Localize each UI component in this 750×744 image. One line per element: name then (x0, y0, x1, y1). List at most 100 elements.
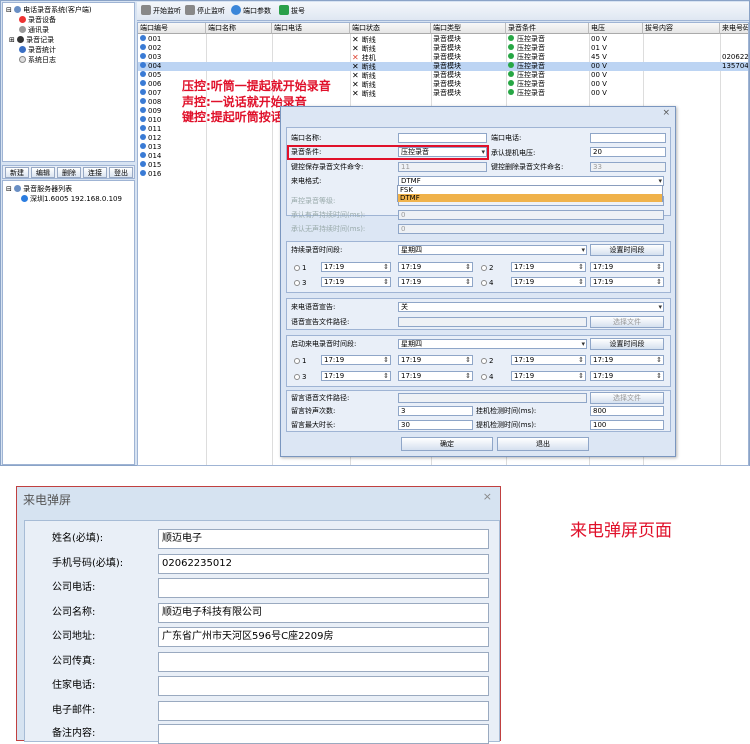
port-name-input[interactable] (398, 133, 487, 143)
voice-keep-input[interactable]: 0 (398, 210, 664, 220)
slot-2-end[interactable]: 17:19 (590, 262, 664, 272)
dial-button[interactable]: 拔号 (279, 5, 305, 18)
tree-item-devices[interactable]: 录音设备 (19, 15, 56, 25)
voice-file-choose-button[interactable]: 选择文件 (590, 316, 664, 328)
column-header[interactable]: 端口编号 (138, 23, 206, 34)
dropdown-option-dtmf[interactable]: DTMF (398, 194, 662, 202)
in-slot-3-end[interactable]: 17:19 (398, 371, 473, 381)
server-tree-root[interactable]: ⊟ 录音服务器列表 (6, 184, 72, 194)
in-slot-2-end[interactable]: 17:19 (590, 355, 664, 365)
close-icon[interactable]: × (483, 490, 492, 503)
mobile-input[interactable]: 02062235012 (158, 554, 489, 574)
connect-button[interactable]: 连接 (83, 167, 107, 178)
column-header[interactable]: 录音条件 (506, 23, 589, 34)
column-header[interactable]: 端口状态 (350, 23, 431, 34)
continuous-weekday-select[interactable]: 星期四 (398, 245, 587, 255)
column-header[interactable]: 来电号码 (720, 23, 748, 34)
start-monitor-button[interactable]: 开始监听 (141, 5, 181, 18)
record-condition: 压控录音 (517, 44, 545, 52)
slot-1-radio[interactable] (294, 265, 300, 271)
table-row[interactable]: 004✕断线录音模块压控录音00 V13570434 (138, 62, 748, 71)
column-header[interactable]: 拔号内容 (643, 23, 720, 34)
server-node[interactable]: 深圳1.6005 192.168.0.109 (21, 194, 122, 204)
slot-3-end[interactable]: 17:19 (398, 277, 473, 287)
table-cell: 02062235 (722, 53, 749, 61)
delete-cmd-input[interactable]: 33 (590, 162, 666, 172)
notes-input[interactable] (158, 724, 489, 744)
collapse-icon[interactable]: ⊟ (6, 6, 12, 14)
logout-button[interactable]: 登出 (109, 167, 133, 178)
company-fax-input[interactable] (158, 652, 489, 672)
message-file-choose-button[interactable]: 选择文件 (590, 392, 664, 404)
port-params-button[interactable]: 端口参数 (231, 5, 271, 18)
in-slot-2-start[interactable]: 17:19 (511, 355, 586, 365)
close-icon[interactable]: × (662, 108, 670, 118)
ring-count-input[interactable]: 3 (398, 406, 473, 416)
server-tree: ⊟ 录音服务器列表 深圳1.6005 192.168.0.109 (2, 180, 135, 465)
pickup-detect-input[interactable]: 100 (590, 420, 664, 430)
slot-1-start[interactable]: 17:19 (321, 262, 391, 272)
tree-root[interactable]: ⊟ 电话录音系统(客户端) (6, 5, 92, 15)
dropdown-option-fsk[interactable]: FSK (398, 186, 662, 194)
continuous-set-period-button[interactable]: 设置时间段 (590, 244, 664, 256)
tree-item-syslog[interactable]: 系统日志 (19, 55, 56, 65)
new-button[interactable]: 新建 (5, 167, 29, 178)
port-id: 013 (148, 143, 162, 151)
delete-button[interactable]: 删除 (57, 167, 81, 178)
company-phone-input[interactable] (158, 578, 489, 598)
slot-4-end[interactable]: 17:19 (590, 277, 664, 287)
slot-2-start[interactable]: 17:19 (511, 262, 586, 272)
name-input[interactable]: 顺迈电子 (158, 529, 489, 549)
in-slot-4-radio[interactable] (481, 374, 487, 380)
edit-button[interactable]: 编辑 (31, 167, 55, 178)
column-header[interactable]: 端口电话 (272, 23, 350, 34)
table-row[interactable]: 002 ✕ 断线 录音模块 压控录音 01 V (138, 44, 748, 53)
column-header[interactable]: 电压 (589, 23, 643, 34)
hangup-detect-input[interactable]: 800 (590, 406, 664, 416)
voice-file-input[interactable] (398, 317, 587, 327)
column-header[interactable]: 端口类型 (431, 23, 506, 34)
email-input[interactable] (158, 701, 489, 721)
slot-3-start[interactable]: 17:19 (321, 277, 391, 287)
home-phone-input[interactable] (158, 676, 489, 696)
in-slot-3-radio[interactable] (294, 374, 300, 380)
tree-item-contacts[interactable]: 通讯录 (19, 25, 49, 35)
message-file-input[interactable] (398, 393, 587, 403)
max-length-input[interactable]: 30 (398, 420, 473, 430)
incoming-set-period-button[interactable]: 设置时间段 (590, 338, 664, 350)
tree-item-records[interactable]: ⊞ 录音记录 (9, 35, 54, 45)
table-cell: 录音模块 (433, 53, 461, 61)
hook-voltage-input[interactable]: 20 (590, 147, 666, 157)
save-cmd-input[interactable]: 11 (398, 162, 487, 172)
cancel-button[interactable]: 退出 (497, 437, 589, 451)
record-cond-select[interactable]: 压控录音 (398, 147, 487, 157)
table-cell: ✕ 断线 (350, 44, 431, 53)
in-slot-1-start[interactable]: 17:19 (321, 355, 391, 365)
in-slot-4-start[interactable]: 17:19 (511, 371, 586, 381)
stop-monitor-button[interactable]: 停止监听 (185, 5, 225, 18)
ok-button[interactable]: 确定 (401, 437, 493, 451)
in-slot-2-radio[interactable] (481, 358, 487, 364)
slot-3-radio[interactable] (294, 280, 300, 286)
company-name-input[interactable]: 顺迈电子科技有限公司 (158, 603, 489, 623)
incoming-voice-select[interactable]: 关 (398, 302, 664, 312)
table-row[interactable]: 001 ✕ 断线 录音模块 压控录音 00 V (138, 35, 748, 44)
slot-2-radio[interactable] (481, 265, 487, 271)
column-header[interactable]: 端口名称 (206, 23, 272, 34)
collapse-icon[interactable]: ⊟ (6, 185, 12, 193)
slot-4-radio[interactable] (481, 280, 487, 286)
disconnected-icon: ✕ (352, 62, 359, 71)
tree-item-statistics[interactable]: 录音统计 (19, 45, 56, 55)
slot-1-end[interactable]: 17:19 (398, 262, 473, 272)
in-slot-4-end[interactable]: 17:19 (590, 371, 664, 381)
port-phone-input[interactable] (590, 133, 666, 143)
expand-icon[interactable]: ⊞ (9, 36, 15, 44)
incoming-weekday-select[interactable]: 星期四 (398, 339, 587, 349)
silence-keep-input[interactable]: 0 (398, 224, 664, 234)
company-address-input[interactable]: 广东省广州市天河区596号C座2209房 (158, 627, 489, 647)
in-slot-3-start[interactable]: 17:19 (321, 371, 391, 381)
slot-4-start[interactable]: 17:19 (511, 277, 586, 287)
table-row[interactable]: 003✕挂机录音模块压控录音45 V02062235 (138, 53, 749, 62)
in-slot-1-end[interactable]: 17:19 (398, 355, 473, 365)
in-slot-1-radio[interactable] (294, 358, 300, 364)
